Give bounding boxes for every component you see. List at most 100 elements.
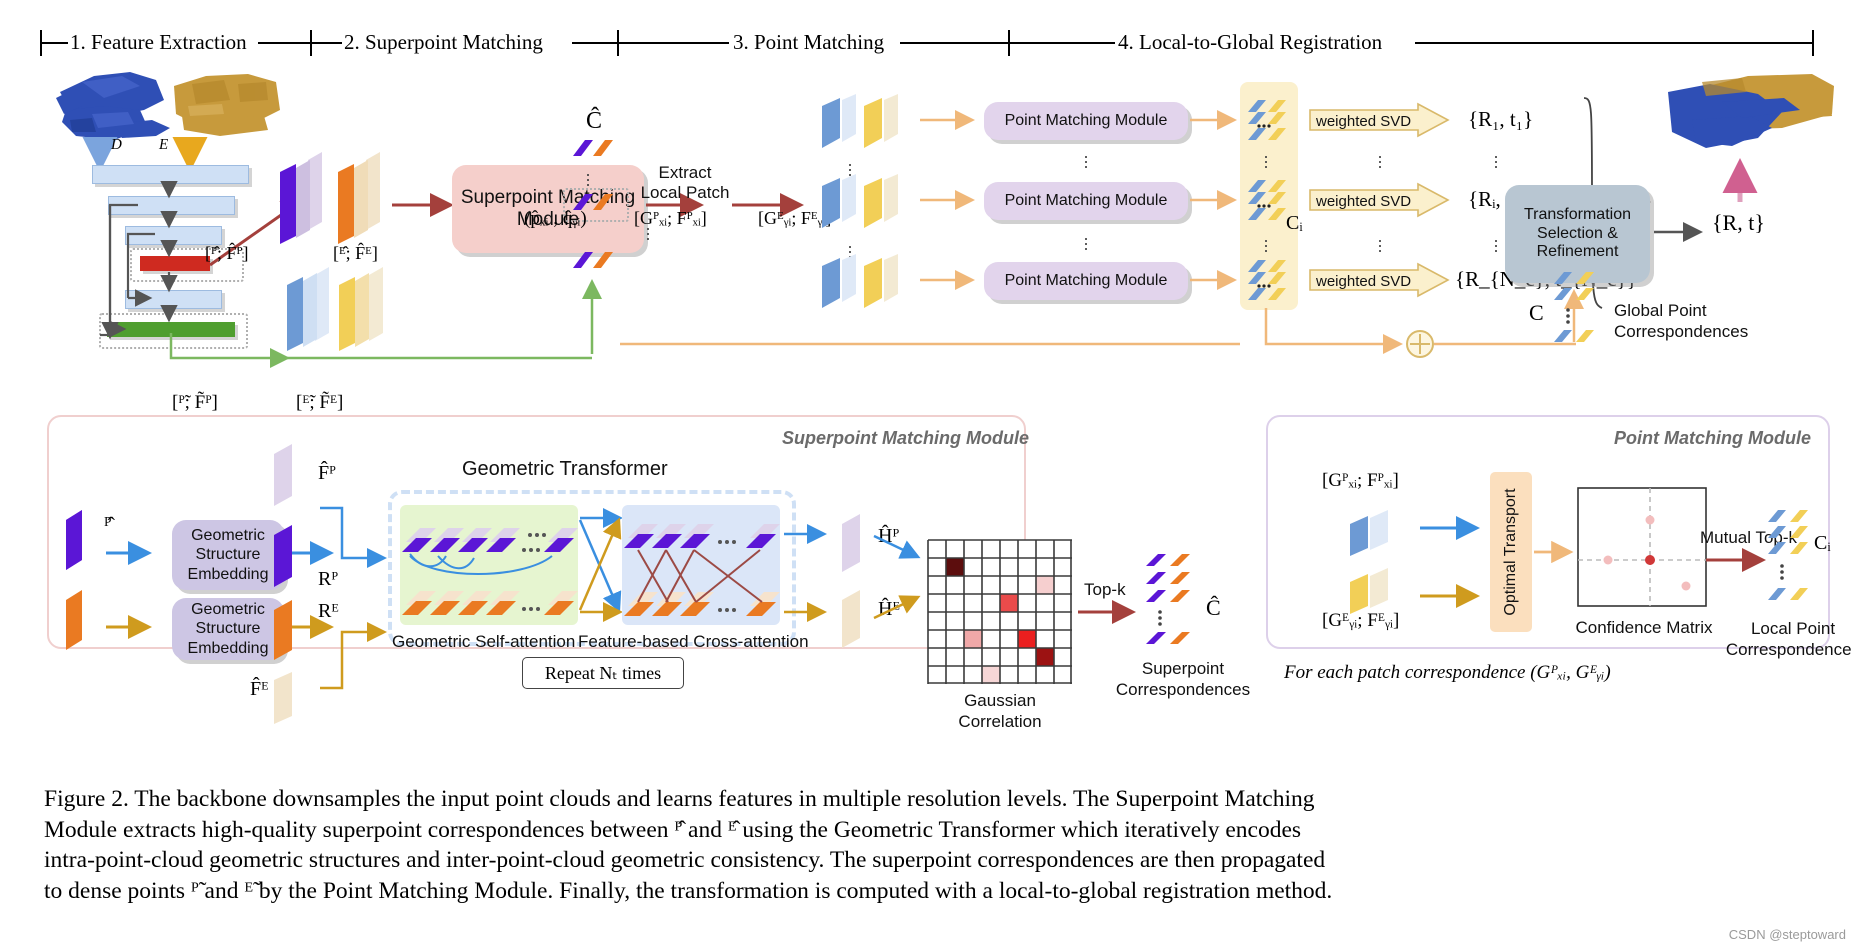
gaussian-line-2: Correlation [958, 712, 1042, 732]
repeat-nt-label: Repeat Nₜ times [544, 662, 662, 683]
arrow-tsr-out [1654, 222, 1703, 242]
arrow-topk [1078, 600, 1136, 624]
topk-label: Top-k [1084, 580, 1126, 599]
label-correspondence-pair: (p̂ₓᵢ , q̂ᵧᵢ) [524, 208, 587, 229]
arrow-dense-features [169, 333, 290, 368]
ruler-line-4b [1415, 42, 1515, 44]
label-input-q: ᴱ [158, 135, 169, 162]
extract-line-1: Extract [658, 163, 712, 182]
arrow-dense-horizontal [280, 356, 592, 360]
ruler-line-2a [312, 42, 342, 44]
global-point-correspondences-label: Global Point Correspondences [1614, 300, 1748, 343]
svd-dots-2: ... [1377, 226, 1383, 256]
local-corr-line-1: Local Point [1750, 619, 1836, 638]
panel-transformer-out-arrows [784, 524, 827, 622]
point-cloud-q [174, 74, 280, 136]
cross-attention-label: Feature-based Cross-attention [578, 632, 809, 651]
ci-dots-2: ... [1263, 226, 1269, 256]
panel-label-fhat-q: F̂ᴱ [250, 678, 269, 700]
transform-label-1: {R₁, t₁} [1468, 107, 1534, 131]
gse-p-line-2: Structure [195, 546, 261, 564]
extract-local-patch-label: Extract Local Patch [620, 163, 750, 204]
transform-dots-1: ... [1493, 142, 1499, 172]
local-point-correspondences-label: Local Point Correspondences [1718, 618, 1852, 661]
point-panel-input-arrows [1420, 516, 1480, 608]
ruler-line-3a [619, 42, 729, 44]
watermark: CSDN @steptoward [1728, 927, 1846, 942]
label-ci: Cᵢ [1286, 212, 1303, 234]
weighted-svd-label-3: weighted SVD [1316, 273, 1412, 290]
self-attention-label: Geometric Self-attention [392, 632, 576, 651]
superpoint-correspondence-stack [1146, 554, 1190, 644]
point-matching-module-label-1: Point Matching Module [1004, 111, 1168, 129]
point-panel-footnote: For each patch correspondence (Gᴾₓᵢ, Gᴱᵧ… [1284, 662, 1611, 683]
geometric-transformer-title: Geometric Transformer [462, 458, 668, 480]
chat-dots-upper: ... [585, 160, 591, 190]
panel-input-p-slab [66, 510, 82, 570]
tsr-line-2: Selection & [1537, 224, 1618, 242]
label-c-hat: Ĉ [586, 108, 603, 134]
pmm-dots-1: ... [1083, 142, 1089, 172]
transform-dots-2: ... [1493, 226, 1499, 256]
confidence-matrix [1577, 487, 1707, 607]
ruler-line-2b [572, 42, 618, 44]
global-corr-line-2: Correspondences [1614, 322, 1749, 342]
point-panel-label-patch-p: [Gᴾₓᵢ; Fᴾₓᵢ] [1322, 470, 1399, 491]
patch-slabs-row-2 [822, 174, 898, 228]
gse-q-line-3: Embedding [187, 639, 269, 657]
label-dense-features-p: [ᴾ̃; F̃ᴾ] [172, 392, 218, 413]
local-correspondence-stack [1768, 510, 1808, 600]
gse-p-line-1: Geometric [191, 527, 265, 545]
ruler-line-1a [40, 42, 68, 44]
confidence-matrix-label: Confidence Matrix [1575, 618, 1713, 637]
label-patch-p: [Gᴾₓᵢ; Fᴾₓᵢ] [634, 208, 707, 228]
chat-correspondence-bottom [573, 252, 613, 268]
stage-label-1: 1. Feature Extraction [70, 30, 247, 54]
point-matching-module-3[interactable]: Point Matching Module [984, 262, 1188, 300]
ruler-line-1b [258, 42, 312, 44]
self-attention-tokens-p [402, 528, 578, 575]
point-panel-label-ci: Cᵢ [1814, 532, 1831, 554]
point-panel-patch-q-slab [1350, 568, 1388, 614]
label-dense-features-q: [ᴱ̃; F̃ᴱ] [296, 392, 344, 413]
geometric-structure-embedding-p[interactable]: Geometric Structure Embedding [172, 520, 284, 590]
label-superpoint-features-q: [ᴱ̂; F̂ᴱ] [333, 243, 378, 263]
gse-p-line-3: Embedding [187, 565, 269, 583]
point-panel-title: Point Matching Module [1614, 428, 1811, 448]
arrow-to-confidence-matrix [1534, 540, 1574, 564]
extract-line-2: Local Patch [640, 183, 730, 203]
stage-label-2: 2. Superpoint Matching [344, 30, 543, 54]
figure-caption: Figure 2. The backbone downsamples the i… [44, 784, 1814, 906]
arrows-patch-to-pmm [920, 110, 975, 290]
global-corr-line-1: Global Point [1614, 301, 1707, 320]
point-cloud-registered [1668, 74, 1834, 148]
gaussian-correlation-matrix [927, 539, 1072, 684]
patch-slabs-row-3 [822, 254, 898, 308]
svd-dots-1: ... [1377, 142, 1383, 172]
panel-into-matrix-arrows [873, 534, 921, 620]
optimal-transport-block[interactable]: Optimal Transport [1490, 472, 1532, 632]
ci-dots-1: ... [1263, 142, 1269, 172]
point-matching-module-label-3: Point Matching Module [1004, 271, 1168, 289]
cross-attention-tokens [624, 524, 780, 616]
arrow-final-up [1722, 158, 1758, 202]
stage-ruler: 1. Feature Extraction 2. Superpoint Matc… [0, 28, 1852, 64]
panel-label-chat: Ĉ [1206, 595, 1221, 620]
local-corr-line-2: Correspondences [1725, 640, 1852, 660]
stage-label-4: 4. Local-to-Global Registration [1118, 30, 1383, 54]
ruler-line-3b [900, 42, 1010, 44]
panel-input-q-slab [66, 590, 82, 650]
ci-correspondences-1 [1248, 100, 1286, 140]
point-matching-module-2[interactable]: Point Matching Module [984, 182, 1188, 220]
optimal-transport-label: Optimal Transport [1502, 488, 1519, 616]
transformer-crossing-arrows [578, 508, 623, 622]
dense-feature-slabs [287, 267, 383, 351]
ci-correspondences-3 [1248, 260, 1286, 300]
transformation-selection-refinement-box[interactable]: Transformation Selection & Refinement [1505, 185, 1650, 283]
geometric-structure-embedding-q[interactable]: Geometric Structure Embedding [172, 598, 284, 660]
label-input-p: ᴰ [110, 135, 122, 162]
gse-q-line-2: Structure [195, 620, 261, 638]
superpoint-panel-title: Superpoint Matching Module [782, 428, 1029, 448]
point-matching-module-1[interactable]: Point Matching Module [984, 102, 1188, 140]
chat-correspondence-top [573, 140, 613, 156]
